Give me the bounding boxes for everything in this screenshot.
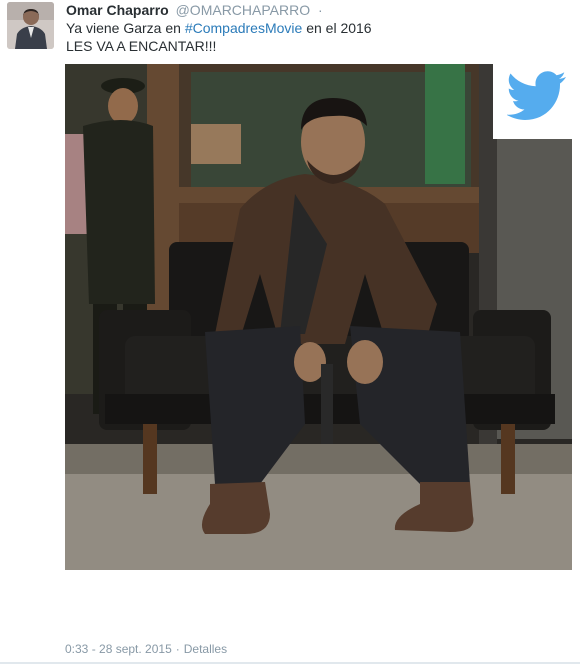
twitter-bird-icon [506, 71, 566, 120]
photo-image [65, 64, 572, 570]
header-separator: · [318, 2, 323, 18]
details-link[interactable]: Detalles [184, 642, 227, 656]
author-handle[interactable]: @OMARCHAPARRO [176, 2, 311, 18]
tweet-text-prefix: Ya viene Garza en [66, 20, 185, 36]
tweet-footer: 0:33 - 28 sept. 2015 · Detalles [65, 642, 227, 656]
author-name[interactable]: Omar Chaparro [66, 2, 169, 18]
footer-separator: · [175, 642, 180, 656]
tweet-text: Ya viene Garza en #CompadresMovie en el … [66, 19, 446, 55]
avatar-image [7, 2, 54, 49]
tweet-text-line2: LES VA A ENCANTAR!!! [66, 38, 217, 54]
twitter-badge [493, 53, 580, 139]
tweet-header: Omar Chaparro @OMARCHAPARRO · [66, 1, 323, 19]
timestamp-link[interactable]: 0:33 - 28 sept. 2015 [65, 642, 172, 656]
tweet-photo[interactable] [65, 64, 572, 570]
hashtag-link[interactable]: #CompadresMovie [185, 20, 303, 36]
tweet-card: Omar Chaparro @OMARCHAPARRO · Ya viene G… [0, 0, 580, 664]
tweet-text-suffix: en el 2016 [302, 20, 372, 36]
avatar[interactable] [7, 2, 54, 49]
